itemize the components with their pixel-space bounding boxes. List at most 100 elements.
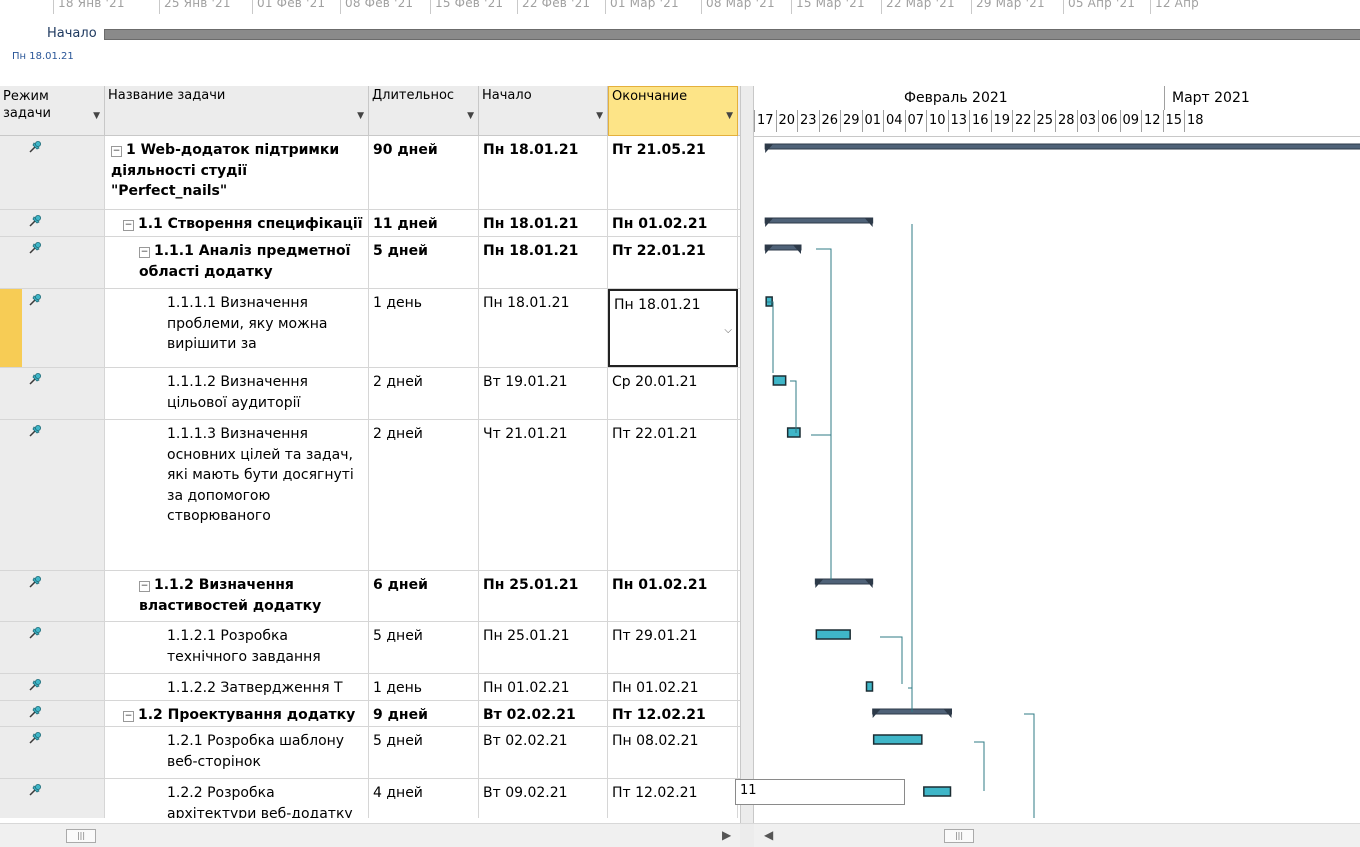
column-header-duration[interactable]: Длительнос ▼ xyxy=(369,86,479,136)
collapse-icon[interactable]: − xyxy=(123,711,134,722)
task-name-cell[interactable]: −1.1.1 Аналіз предметної області додатку xyxy=(105,237,369,288)
task-finish-cell[interactable]: Пт 29.01.21 xyxy=(608,622,738,673)
scroll-left-icon[interactable]: ◀ xyxy=(764,828,773,842)
cell-edit-box[interactable]: 11 xyxy=(735,779,905,805)
task-start-cell[interactable]: Пн 01.02.21 xyxy=(479,674,608,700)
dependency-link[interactable] xyxy=(811,434,832,580)
summary-bar[interactable] xyxy=(764,143,1360,150)
task-mode-cell[interactable] xyxy=(0,779,105,818)
task-name-cell[interactable]: −1.1 Створення специфікації xyxy=(105,210,369,236)
task-finish-cell[interactable]: Пт 12.02.21 xyxy=(608,701,738,726)
task-table[interactable]: Режим задачи ▼ Название задачи ▼ Длитель… xyxy=(0,86,740,818)
task-mode-cell[interactable] xyxy=(0,289,105,367)
task-mode-cell[interactable] xyxy=(0,674,105,700)
task-row[interactable]: 1.1.1.2 Визначення цільової аудиторії 2 д… xyxy=(0,368,740,420)
dependency-link[interactable] xyxy=(974,741,985,791)
task-duration-cell[interactable]: 2 дней xyxy=(369,368,479,419)
dependency-link[interactable] xyxy=(880,636,903,684)
chevron-down-icon[interactable]: ⌵ xyxy=(724,321,732,342)
task-bar[interactable] xyxy=(872,734,923,745)
task-start-cell[interactable]: Вт 19.01.21 xyxy=(479,368,608,419)
task-finish-cell[interactable]: Пн 08.02.21 xyxy=(608,727,738,778)
task-duration-cell[interactable]: 5 дней xyxy=(369,622,479,673)
split-divider[interactable] xyxy=(740,86,754,836)
summary-bar[interactable] xyxy=(764,217,874,224)
timeline-bar[interactable] xyxy=(104,29,1360,40)
task-mode-cell[interactable] xyxy=(0,136,105,209)
task-start-cell[interactable]: Вт 09.02.21 xyxy=(479,779,608,818)
task-name-cell[interactable]: 1.2.2 Розробка архітектури веб-додатку xyxy=(105,779,369,818)
row-selector[interactable] xyxy=(0,289,22,367)
scrollbar-thumb[interactable]: ||| xyxy=(944,829,974,843)
task-start-cell[interactable]: Пн 18.01.21 xyxy=(479,210,608,236)
task-finish-cell[interactable]: Пт 12.02.21 xyxy=(608,779,738,818)
task-mode-cell[interactable] xyxy=(0,701,105,726)
dropdown-arrow-icon[interactable]: ▼ xyxy=(93,111,100,121)
task-name-cell[interactable]: −1 Web-додаток підтримки діяльності студ… xyxy=(105,136,369,209)
task-row[interactable]: 1.1.1.3 Визначення основних цілей та зад… xyxy=(0,420,740,571)
task-mode-cell[interactable] xyxy=(0,571,105,621)
table-horizontal-scrollbar[interactable]: ||| ▶ xyxy=(0,823,740,847)
collapse-icon[interactable]: − xyxy=(123,220,134,231)
column-header-finish[interactable]: Окончание ▼ xyxy=(608,86,738,136)
task-finish-cell[interactable]: Пн 18.01.21 ⌵ xyxy=(608,289,738,367)
task-row[interactable]: 1.1.1.1 Визначення проблеми, яку можна в… xyxy=(0,289,740,368)
column-header-mode[interactable]: Режим задачи ▼ xyxy=(0,86,105,136)
task-start-cell[interactable]: Пн 18.01.21 xyxy=(479,136,608,209)
task-mode-cell[interactable] xyxy=(0,210,105,236)
task-mode-cell[interactable] xyxy=(0,368,105,419)
task-row[interactable]: −1.2 Проектування додатку 9 дней Вт 02.02.… xyxy=(0,701,740,727)
task-name-cell[interactable]: 1.1.1.2 Визначення цільової аудиторії xyxy=(105,368,369,419)
dependency-link[interactable] xyxy=(767,301,774,373)
dependency-link[interactable] xyxy=(790,380,797,433)
task-mode-cell[interactable] xyxy=(0,237,105,288)
task-finish-cell[interactable]: Пт 21.05.21 xyxy=(608,136,738,209)
column-header-start[interactable]: Начало ▼ xyxy=(479,86,608,136)
collapse-icon[interactable]: − xyxy=(139,247,150,258)
task-finish-cell[interactable]: Пн 01.02.21 xyxy=(608,674,738,700)
task-row[interactable]: 1.1.2.1 Розробка технічного завдання 5 дн… xyxy=(0,622,740,674)
task-duration-cell[interactable]: 5 дней xyxy=(369,727,479,778)
dependency-link[interactable] xyxy=(816,248,832,579)
task-name-cell[interactable]: −1.2 Проектування додатку xyxy=(105,701,369,726)
task-duration-cell[interactable]: 6 дней xyxy=(369,571,479,621)
task-name-cell[interactable]: 1.1.1.3 Визначення основних цілей та зад… xyxy=(105,420,369,570)
summary-bar[interactable] xyxy=(814,578,874,585)
task-duration-cell[interactable]: 11 дней xyxy=(369,210,479,236)
task-start-cell[interactable]: Вт 02.02.21 xyxy=(479,701,608,726)
task-duration-cell[interactable]: 1 день xyxy=(369,289,479,367)
task-finish-cell[interactable]: Пн 01.02.21 xyxy=(608,210,738,236)
timeline[interactable]: 18 Янв '21 25 Янв '21 01 Фев '21 08 Фев '21… xyxy=(0,0,1360,78)
task-duration-cell[interactable]: 4 дней xyxy=(369,779,479,818)
task-row[interactable]: 1.2.1 Розробка шаблону веб-сторінок 5 дне… xyxy=(0,727,740,779)
task-mode-cell[interactable] xyxy=(0,622,105,673)
task-row[interactable]: −1.1 Створення специфікації 11 дней Пн 18.… xyxy=(0,210,740,237)
task-name-cell[interactable]: −1.1.2 Визначення властивостей додатку xyxy=(105,571,369,621)
dependency-link[interactable] xyxy=(908,687,913,712)
dependency-link[interactable] xyxy=(1024,713,1035,818)
dropdown-arrow-icon[interactable]: ▼ xyxy=(726,111,733,121)
collapse-icon[interactable]: − xyxy=(111,146,122,157)
task-mode-cell[interactable] xyxy=(0,420,105,570)
task-start-cell[interactable]: Пн 18.01.21 xyxy=(479,289,608,367)
task-row[interactable]: −1.1.2 Визначення властивостей додатку 6 … xyxy=(0,571,740,622)
task-start-cell[interactable]: Пн 18.01.21 xyxy=(479,237,608,288)
task-bar[interactable] xyxy=(772,375,787,386)
task-bar[interactable] xyxy=(865,681,874,692)
task-duration-cell[interactable]: 9 дней xyxy=(369,701,479,726)
task-start-cell[interactable]: Пн 25.01.21 xyxy=(479,571,608,621)
task-name-cell[interactable]: 1.1.2.1 Розробка технічного завдання xyxy=(105,622,369,673)
task-mode-cell[interactable] xyxy=(0,727,105,778)
gantt-bars[interactable] xyxy=(754,86,1360,818)
task-row[interactable]: −1.1.1 Аналіз предметної області додатку… xyxy=(0,237,740,289)
task-bar[interactable] xyxy=(923,786,952,797)
task-duration-cell[interactable]: 2 дней xyxy=(369,420,479,570)
dropdown-arrow-icon[interactable]: ▼ xyxy=(357,111,364,121)
task-bar[interactable] xyxy=(815,629,851,640)
task-start-cell[interactable]: Пн 25.01.21 xyxy=(479,622,608,673)
task-duration-cell[interactable]: 1 день xyxy=(369,674,479,700)
task-duration-cell[interactable]: 5 дней xyxy=(369,237,479,288)
task-finish-cell[interactable]: Ср 20.01.21 xyxy=(608,368,738,419)
scroll-right-icon[interactable]: ▶ xyxy=(722,828,731,842)
dropdown-arrow-icon[interactable]: ▼ xyxy=(467,111,474,121)
